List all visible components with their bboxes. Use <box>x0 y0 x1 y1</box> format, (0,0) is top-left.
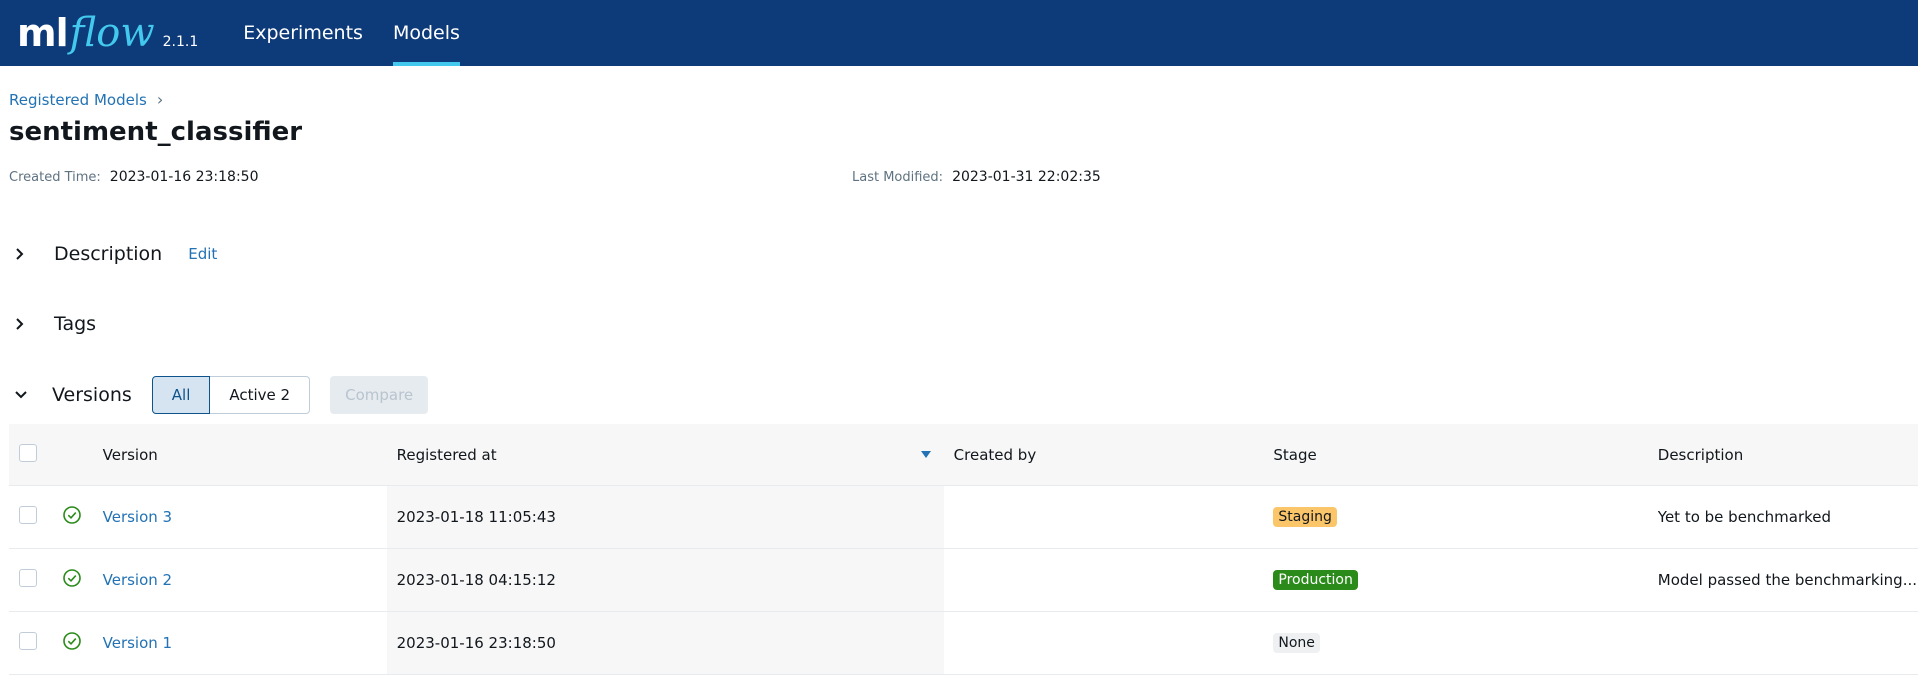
select-all-checkbox[interactable] <box>19 443 37 462</box>
header-version[interactable]: Version <box>101 424 387 486</box>
sort-descending-icon[interactable] <box>920 451 931 458</box>
created-time: Created Time: 2023-01-16 23:18:50 <box>9 169 258 185</box>
registered-at-value: 2023-01-18 11:05:43 <box>396 508 556 526</box>
stage-badge: Production <box>1273 570 1358 590</box>
header-description[interactable]: Description <box>1656 424 1918 486</box>
check-circle-icon <box>62 569 81 587</box>
row-status-cell <box>60 548 102 612</box>
table-row[interactable]: Version 2 2023-01-18 04:15:12 Production… <box>9 548 1918 612</box>
model-metadata: Created Time: 2023-01-16 23:18:50 Last M… <box>9 169 1909 189</box>
description-title[interactable]: Description <box>54 243 162 265</box>
version-link[interactable]: Version 2 <box>103 571 172 589</box>
mlflow-logo[interactable]: ml flow 2.1.1 <box>17 13 198 53</box>
row-checkbox-cell <box>9 548 61 612</box>
breadcrumb-separator: › <box>156 90 164 109</box>
description-value: Model passed the benchmarking... <box>1657 571 1917 590</box>
nav-models[interactable]: Models <box>378 0 475 66</box>
versions-table: Version Registered at Created by Stage D… <box>9 424 1918 675</box>
description-value: Yet to be benchmarked <box>1657 508 1832 527</box>
tags-title[interactable]: Tags <box>54 313 96 335</box>
filter-active-button[interactable]: Active 2 <box>210 376 311 414</box>
nav-experiments-label: Experiments <box>243 22 363 44</box>
page-title: sentiment_classifier <box>9 117 303 147</box>
main-nav: Experiments Models <box>228 0 475 66</box>
header-status-cell <box>60 424 102 486</box>
logo-ml-text: ml <box>17 11 69 55</box>
header-checkbox-cell <box>9 424 61 486</box>
versions-title[interactable]: Versions <box>52 384 132 406</box>
last-modified-value: 2023-01-31 22:02:35 <box>952 169 1101 185</box>
header-created-by[interactable]: Created by <box>943 424 1273 486</box>
versions-section: Versions All Active 2 Compare <box>9 376 429 414</box>
tags-section: Tags <box>9 313 96 335</box>
created-time-value: 2023-01-16 23:18:50 <box>109 169 259 185</box>
filter-all-button[interactable]: All <box>151 376 211 414</box>
row-checkbox-cell <box>9 485 61 549</box>
app-version: 2.1.1 <box>162 34 199 50</box>
last-modified: Last Modified: 2023-01-31 22:02:35 <box>852 169 1101 185</box>
table-row[interactable]: Version 3 2023-01-18 11:05:43 Staging Ye… <box>9 485 1918 549</box>
description-section: Description Edit <box>9 243 217 265</box>
compare-button[interactable]: Compare <box>330 376 429 414</box>
version-link[interactable]: Version 3 <box>103 508 172 526</box>
created-time-label: Created Time: <box>9 170 101 185</box>
top-navbar: ml flow 2.1.1 Experiments Models <box>0 0 1918 66</box>
nav-models-label: Models <box>392 22 460 44</box>
check-circle-icon <box>62 506 81 524</box>
version-link[interactable]: Version 1 <box>103 634 172 652</box>
table-header-row: Version Registered at Created by Stage D… <box>9 424 1918 486</box>
check-circle-icon <box>62 632 81 650</box>
nav-experiments[interactable]: Experiments <box>228 0 378 66</box>
logo-flow-text: flow <box>69 10 155 56</box>
table-row[interactable]: Version 1 2023-01-16 23:18:50 None <box>9 611 1918 675</box>
header-registered-at: Registered at <box>396 445 497 464</box>
chevron-right-icon[interactable] <box>14 317 40 331</box>
row-checkbox-cell <box>9 611 61 675</box>
edit-description-link[interactable]: Edit <box>188 245 217 263</box>
version-filter-toggle: All Active 2 <box>151 376 311 414</box>
last-modified-label: Last Modified: <box>852 170 944 185</box>
header-registered-at-cell[interactable]: Registered at <box>386 424 944 486</box>
registered-at-value: 2023-01-18 04:15:12 <box>396 571 556 589</box>
row-checkbox[interactable] <box>19 569 37 587</box>
breadcrumb: Registered Models › <box>9 90 1909 109</box>
breadcrumb-registered-models[interactable]: Registered Models <box>9 91 147 109</box>
chevron-right-icon[interactable] <box>14 247 40 261</box>
page-content: Registered Models › sentiment_classifier… <box>0 90 1918 189</box>
row-status-cell <box>60 611 102 675</box>
stage-badge: Staging <box>1273 507 1337 527</box>
chevron-down-icon[interactable] <box>14 389 40 401</box>
header-stage[interactable]: Stage <box>1272 424 1657 486</box>
row-checkbox[interactable] <box>19 632 37 650</box>
registered-at-value: 2023-01-16 23:18:50 <box>396 634 556 652</box>
row-status-cell <box>60 485 102 549</box>
row-checkbox[interactable] <box>19 506 37 524</box>
stage-badge: None <box>1273 633 1320 653</box>
